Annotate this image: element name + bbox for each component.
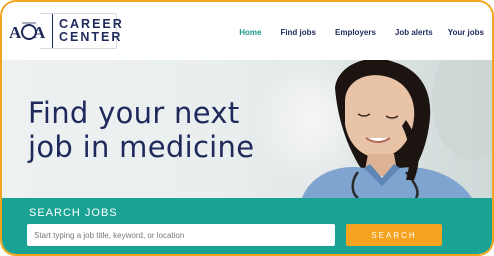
logo-text-line2: CENTER	[59, 30, 123, 44]
page-frame: A A CAREER CENTER Home Find jobs Employe…	[0, 0, 494, 256]
nav-employers[interactable]: Employers	[335, 28, 376, 37]
nav-find-jobs[interactable]: Find jobs	[280, 28, 316, 37]
svg-text:A: A	[33, 23, 46, 42]
search-jobs-heading: SEARCH JOBS	[29, 207, 118, 219]
nav-home[interactable]: Home	[239, 28, 261, 37]
nav-your-jobs[interactable]: Your jobs	[448, 28, 484, 37]
hero-title-line2: job in medicine	[28, 130, 255, 164]
nav-job-alerts[interactable]: Job alerts	[395, 28, 433, 37]
hero-banner: Find your next job in medicine	[2, 60, 492, 198]
logo-text: CAREER CENTER	[59, 18, 124, 44]
hero-title-line1: Find your next	[28, 96, 240, 130]
search-section: SEARCH JOBS SEARCH	[2, 198, 492, 254]
search-button[interactable]: SEARCH	[346, 224, 442, 246]
logo[interactable]: A A CAREER CENTER	[9, 13, 124, 49]
hero-title: Find your next job in medicine	[28, 96, 254, 164]
job-search-input[interactable]	[27, 224, 335, 246]
aoa-logo-icon: A A	[9, 22, 46, 42]
site-header: A A CAREER CENTER Home Find jobs Employe…	[2, 2, 492, 60]
svg-text:A: A	[9, 23, 22, 42]
main-nav: Home Find jobs Employers Job alerts Your…	[239, 28, 484, 37]
logo-divider	[52, 14, 53, 48]
